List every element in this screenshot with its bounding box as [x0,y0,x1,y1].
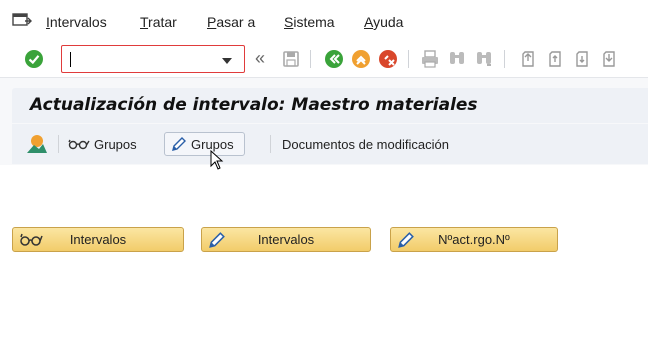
menu-ayuda[interactable]: Ayuda [364,14,403,30]
application-toolbar: Grupos Grupos Documentos de modificación [12,124,648,164]
save-icon[interactable] [281,49,301,69]
standard-toolbar: « [0,40,648,78]
menu-sistema[interactable]: Sistema [284,14,335,30]
pencil-icon [209,232,225,248]
menu-ayuda-mnemonic: A [364,14,374,30]
landscape-icon[interactable] [26,134,48,154]
groups-display-button[interactable]: Grupos [68,132,137,156]
groups-display-label: Grupos [94,136,137,152]
toolbar-separator [408,50,409,68]
menu-pasar-a[interactable]: Pasar a [207,14,255,30]
exit-icon[interactable] [351,49,371,69]
text-cursor [70,52,71,67]
groups-edit-button[interactable]: Grupos [164,132,245,156]
collapse-icon[interactable]: « [255,48,265,69]
find-icon[interactable] [447,49,467,69]
menu-pasar-a-label: asar a [216,14,256,30]
print-icon[interactable] [420,49,440,69]
menu-sistema-label: istema [293,14,335,30]
next-page-icon[interactable] [572,49,592,69]
current-number-label: Nºact.rgo.Nº [438,232,510,247]
first-page-icon[interactable] [518,49,538,69]
command-field[interactable] [61,45,245,73]
intervals-display-label: Intervalos [69,232,127,247]
menu-ayuda-label: yuda [373,14,404,30]
menu-tratar-label: ratar [148,14,177,30]
enter-checkmark-icon[interactable] [24,49,44,69]
pencil-icon [172,137,186,151]
intervals-edit-label: Intervalos [257,232,315,247]
glasses-icon [68,139,90,150]
toolbar-separator [58,135,59,153]
previous-page-icon[interactable] [545,49,565,69]
menu-pasar-a-mnemonic: P [207,14,217,30]
mouse-pointer-icon [210,150,224,170]
pencil-icon [398,232,414,248]
toolbar-separator [270,135,271,153]
title-bar: Actualización de intervalo: Maestro mate… [12,88,648,123]
intervals-display-button[interactable]: Intervalos [12,227,184,252]
page-title: Actualización de intervalo: Maestro mate… [30,95,478,115]
cancel-icon[interactable] [378,49,398,69]
change-documents-label: Documentos de modificación [282,136,449,152]
find-next-icon[interactable] [474,49,494,69]
menu-intervalos[interactable]: Intervalos [46,14,107,30]
toolbar-separator [504,50,505,68]
menu-tratar-mnemonic: T [140,14,149,30]
back-icon[interactable] [324,49,344,69]
menu-tratar[interactable]: Tratar [140,14,177,30]
chevron-down-icon[interactable] [222,58,232,64]
menu-icon[interactable] [12,12,32,28]
menu-bar: Intervalos Tratar Pasar a Sistema Ayuda [0,0,648,40]
glasses-icon [20,233,43,246]
last-page-icon[interactable] [599,49,619,69]
change-documents-button[interactable]: Documentos de modificación [282,132,449,156]
intervals-edit-button[interactable]: Intervalos [201,227,371,252]
main-content: Intervalos Intervalos Nºact.rgo.Nº [0,165,648,349]
current-number-button[interactable]: Nºact.rgo.Nº [390,227,558,252]
menu-intervalos-label: ntervalos [49,14,107,30]
toolbar-separator [310,50,311,68]
menu-sistema-mnemonic: S [284,14,294,30]
